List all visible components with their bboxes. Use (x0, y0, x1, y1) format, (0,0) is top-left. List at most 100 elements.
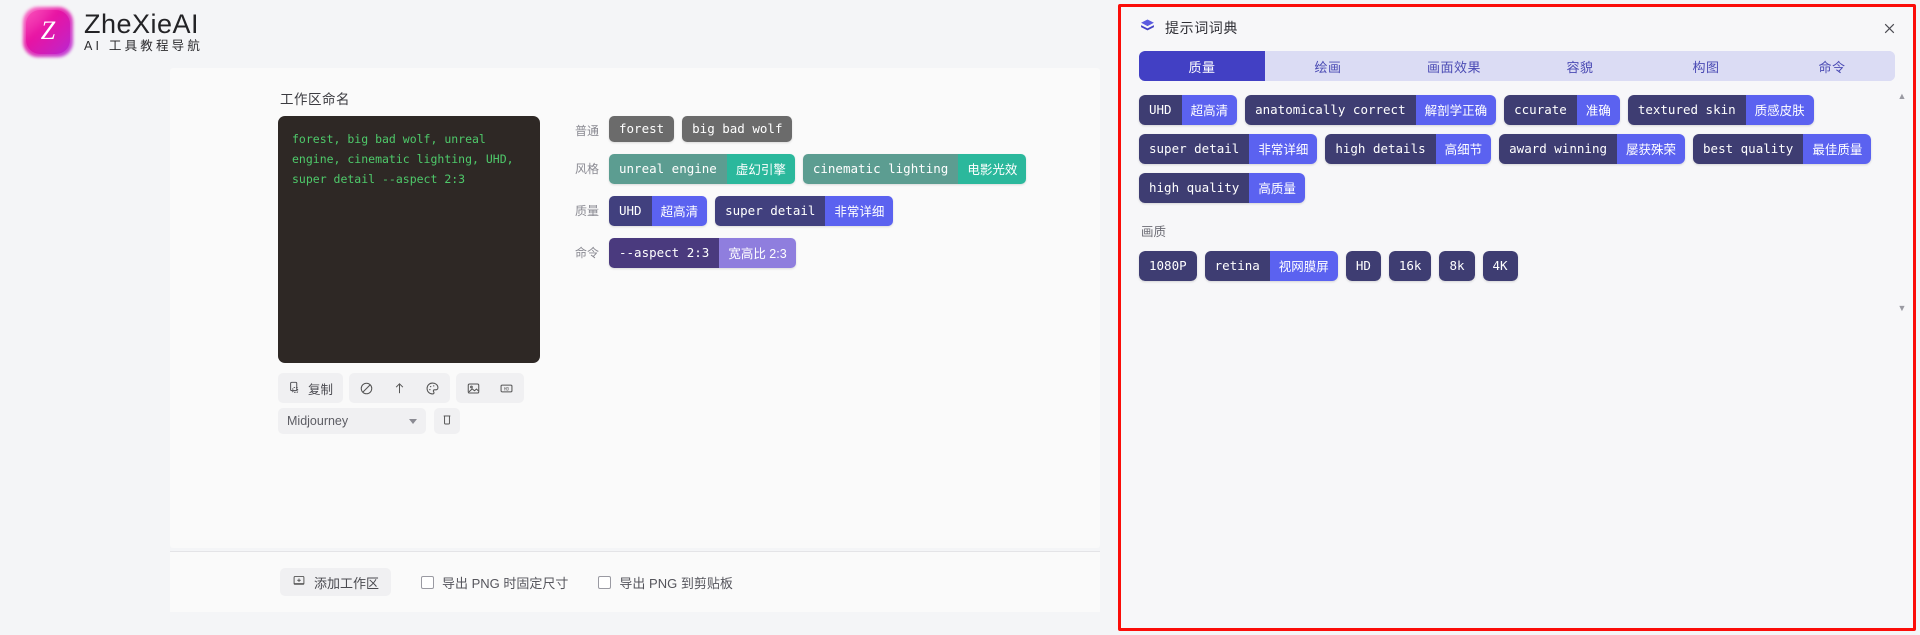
dictionary-tag-cn: 准确 (1576, 95, 1620, 125)
checkbox-to-clipboard-label: 导出 PNG 到剪贴板 (619, 575, 733, 591)
tag-pill[interactable]: UHD 超高清 (609, 196, 708, 226)
brand-subtitle: AI 工具教程导航 (84, 38, 204, 53)
scroll-up-icon[interactable]: ▲ (1898, 91, 1907, 101)
export-button-group: HD (456, 373, 525, 403)
close-icon[interactable] (1879, 18, 1899, 38)
dictionary-tag[interactable]: UHD 超高清 (1139, 95, 1238, 125)
dictionary-tag-en: best quality (1693, 134, 1804, 164)
dictionary-tag-cn: 高质量 (1249, 173, 1305, 203)
dictionary-tag[interactable]: 1080P (1139, 251, 1197, 281)
move-up-button[interactable] (384, 375, 415, 401)
dictionary-tag[interactable]: anatomically correct 解剖学正确 (1245, 95, 1497, 125)
checkbox-fixed-size[interactable]: 导出 PNG 时固定尺寸 (421, 573, 568, 592)
tag-row-label: 风格 (575, 162, 600, 176)
dictionary-tag-en: super detail (1139, 134, 1250, 164)
tab-composition[interactable]: 构图 (1643, 51, 1769, 81)
tab-appearance[interactable]: 容貌 (1517, 51, 1643, 81)
tag-pill-cn: 虚幻引擎 (726, 154, 795, 184)
palette-icon (425, 381, 440, 396)
prompt-dictionary-panel: 提示词词典 质量 绘画 画面效果 容貌 构图 命令 UHD 超高清 anatom… (1118, 4, 1916, 631)
tag-row-label: 质量 (575, 204, 600, 218)
bottom-bar: 添加工作区 导出 PNG 时固定尺寸 导出 PNG 到剪贴板 (170, 552, 1100, 612)
dictionary-tag-en: textured skin (1627, 95, 1746, 125)
app-root: Z ZheXieAI AI 工具教程导航 工作区命名 普通 forest big… (0, 0, 1920, 635)
panel-gap (1100, 0, 1118, 635)
checkbox-box-icon[interactable] (421, 575, 435, 589)
tag-pill-cn: 电影光效 (958, 154, 1027, 184)
dictionary-tag[interactable]: super detail 非常详细 (1139, 134, 1318, 164)
dictionary-body: UHD 超高清 anatomically correct 解剖学正确 ccura… (1121, 81, 1913, 628)
dictionary-tag-en: 1080P (1139, 251, 1197, 281)
dictionary-tag[interactable]: 4K (1482, 251, 1518, 281)
dictionary-tag[interactable]: high quality 高质量 (1139, 173, 1305, 203)
checkbox-box-icon[interactable] (598, 575, 612, 589)
tag-pill-en: super detail (715, 196, 826, 226)
tab-painting[interactable]: 绘画 (1265, 51, 1391, 81)
logo-letter: Z (40, 16, 56, 45)
dictionary-tag[interactable]: best quality 最佳质量 (1693, 134, 1872, 164)
dictionary-tag-cn: 视网膜屏 (1269, 251, 1338, 281)
dictionary-tag-cn: 最佳质量 (1803, 134, 1872, 164)
delete-workspace-button[interactable] (434, 408, 460, 434)
dictionary-tag[interactable]: high details 高细节 (1325, 134, 1492, 164)
tag-pill[interactable]: forest (609, 116, 675, 142)
palette-button[interactable] (417, 375, 448, 401)
dictionary-tag[interactable]: 8k (1439, 251, 1475, 281)
tag-row-command: 命令 --aspect 2:3 宽高比 2:3 (575, 238, 1085, 268)
dictionary-tag-list: UHD 超高清 anatomically correct 解剖学正确 ccura… (1139, 95, 1879, 203)
dictionary-tag-en: high quality (1139, 173, 1250, 203)
workspace-select-row: Midjourney (278, 408, 460, 434)
dictionary-tag[interactable]: textured skin 质感皮肤 (1627, 95, 1814, 125)
dictionary-tag-cn: 超高清 (1181, 95, 1238, 125)
tag-pill[interactable]: super detail 非常详细 (715, 196, 894, 226)
tag-pill-en: unreal engine (609, 154, 727, 184)
scroll-down-icon[interactable]: ▼ (1898, 303, 1907, 313)
copy-button[interactable]: 复制 (280, 375, 341, 401)
export-image-button[interactable] (458, 375, 489, 401)
tab-screen-effect[interactable]: 画面效果 (1391, 51, 1517, 81)
tag-pill[interactable]: unreal engine 虚幻引擎 (609, 154, 795, 184)
dictionary-tag-en: high details (1325, 134, 1436, 164)
tag-pill-cn: 超高清 (651, 196, 708, 226)
dictionary-tag[interactable]: HD (1345, 251, 1381, 281)
tag-pill[interactable]: --aspect 2:3 宽高比 2:3 (609, 238, 796, 268)
book-icon (1139, 17, 1156, 39)
tag-pill-en: cinematic lighting (802, 154, 959, 184)
dictionary-tag[interactable]: 16k (1388, 251, 1432, 281)
dictionary-tag-en: UHD (1139, 95, 1182, 125)
brand-logo[interactable]: Z ZheXieAI AI 工具教程导航 (26, 10, 203, 54)
tag-pill[interactable]: cinematic lighting 电影光效 (802, 154, 1027, 184)
dictionary-tag-cn: 质感皮肤 (1745, 95, 1814, 125)
dictionary-tag[interactable]: award winning 屡获殊荣 (1499, 134, 1686, 164)
brand-text: ZheXieAI AI 工具教程导航 (84, 10, 203, 53)
workspace-toolbar: 复制 HD (278, 373, 525, 403)
dictionary-tag-en: HD (1345, 251, 1381, 281)
dictionary-tag[interactable]: retina 视网膜屏 (1204, 251, 1338, 281)
dictionary-tag-en: 8k (1439, 251, 1475, 281)
dictionary-scrollbar[interactable]: ▲ ▼ (1897, 91, 1907, 313)
svg-text:HD: HD (504, 386, 509, 391)
dictionary-tag-en: 16k (1388, 251, 1432, 281)
workspace-name-label: 工作区命名 (280, 92, 350, 107)
dictionary-tag-en: ccurate (1504, 95, 1577, 125)
dictionary-tag[interactable]: ccurate 准确 (1504, 95, 1620, 125)
checkbox-fixed-size-label: 导出 PNG 时固定尺寸 (442, 575, 569, 591)
image-icon (466, 381, 481, 396)
dictionary-tag-en: 4K (1482, 251, 1518, 281)
add-workspace-button[interactable]: 添加工作区 (280, 568, 392, 596)
dictionary-tag-cn: 屡获殊荣 (1617, 134, 1686, 164)
add-workspace-label: 添加工作区 (314, 575, 380, 591)
add-box-icon (292, 574, 306, 591)
export-hd-button[interactable]: HD (491, 375, 522, 401)
tab-quality[interactable]: 质量 (1139, 51, 1265, 81)
tag-pill[interactable]: big bad wolf (682, 116, 793, 142)
tag-row-normal: 普通 forest big bad wolf (575, 116, 1085, 142)
hd-icon: HD (499, 381, 514, 396)
copy-button-group: 复制 (278, 373, 344, 403)
checkbox-to-clipboard[interactable]: 导出 PNG 到剪贴板 (598, 573, 733, 592)
model-select[interactable]: Midjourney (278, 408, 426, 434)
clear-button[interactable] (351, 375, 382, 401)
prompt-textarea[interactable] (278, 116, 540, 363)
tab-command[interactable]: 命令 (1769, 51, 1895, 81)
tag-pill-en: forest (609, 116, 675, 142)
